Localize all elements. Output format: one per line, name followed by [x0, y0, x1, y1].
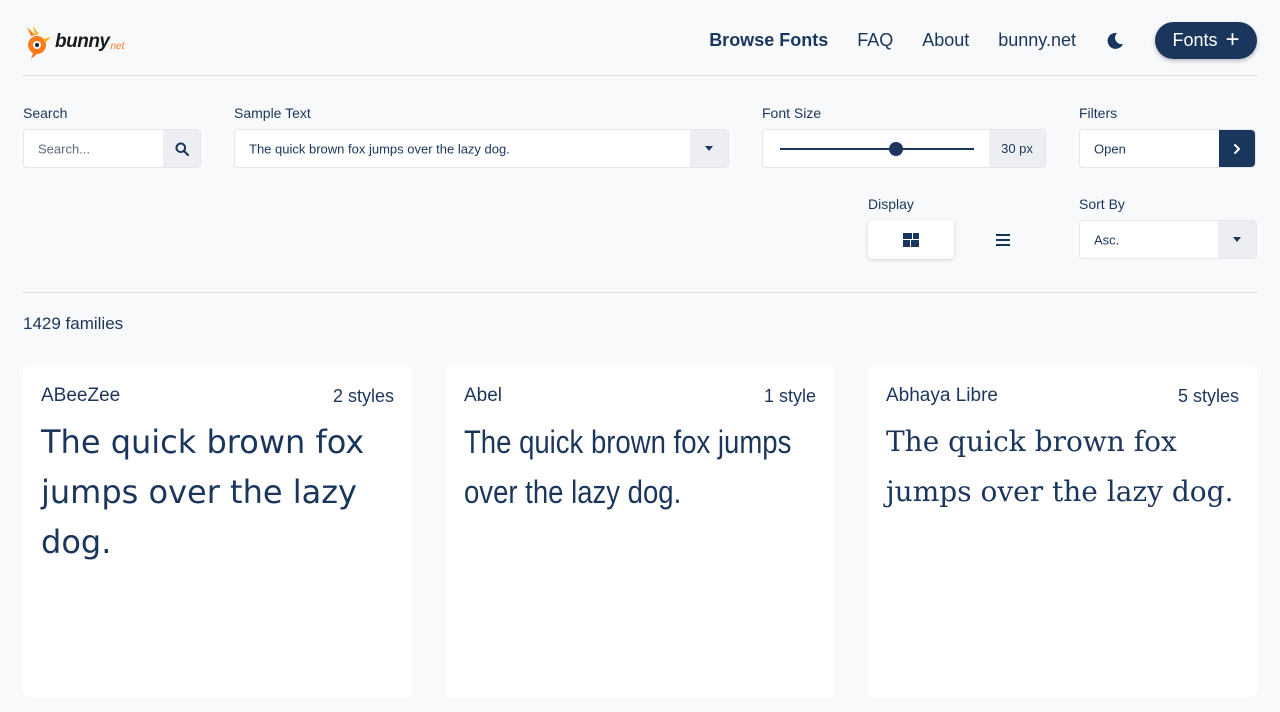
search-icon	[175, 142, 189, 156]
filters-label: Filters	[1079, 105, 1118, 121]
search-field[interactable]: Search...	[23, 129, 201, 168]
search-input[interactable]: Search...	[38, 141, 90, 156]
font-card-abhaya-libre[interactable]: Abhaya Libre 5 styles The quick brown fo…	[868, 365, 1257, 697]
nav-faq[interactable]: FAQ	[857, 30, 893, 51]
font-card-sample: The quick brown fox jumps over the lazy …	[41, 423, 365, 561]
families-count: 1429 families	[23, 314, 124, 333]
search-button[interactable]	[163, 130, 200, 167]
font-size-label: Font Size	[762, 105, 822, 121]
nav-browse-fonts[interactable]: Browse Fonts	[709, 30, 828, 51]
sort-by-dropdown-button[interactable]	[1218, 221, 1256, 258]
font-size-slider-thumb[interactable]	[889, 142, 904, 156]
sample-text-value: The quick brown fox jumps over the lazy …	[249, 141, 510, 156]
font-card-name: Abel	[464, 385, 503, 406]
font-card-styles: 2 styles	[332, 386, 394, 406]
font-card-name: ABeeZee	[41, 385, 121, 406]
display-toggle	[868, 220, 1046, 259]
grid-icon	[903, 232, 919, 247]
nav-bunny-net[interactable]: bunny.net	[998, 30, 1076, 51]
main-nav: Browse Fonts FAQ About bunny.net Fonts +	[680, 22, 1257, 59]
display-label: Display	[868, 196, 914, 212]
sample-text-select[interactable]: The quick brown fox jumps over the lazy …	[234, 129, 729, 168]
nav-about[interactable]: About	[922, 30, 969, 51]
sort-by-label: Sort By	[1079, 196, 1125, 212]
section-divider	[23, 292, 1257, 293]
sort-by-value: Asc.	[1094, 232, 1120, 247]
font-card-abeezee[interactable]: ABeeZee 2 styles The quick brown fox jum…	[23, 365, 412, 697]
logo-wordmark: bunny	[55, 31, 110, 52]
display-grid-button[interactable]	[868, 220, 954, 259]
filters-open-button[interactable]	[1219, 130, 1255, 167]
font-card-abel[interactable]: Abel 1 style The quick brown fox jumps o…	[446, 365, 834, 697]
sort-by-select[interactable]: Asc.	[1079, 220, 1257, 259]
font-size-control: 30 px	[762, 129, 1046, 168]
font-card-sample: The quick brown fox jumps over the lazy …	[886, 425, 1234, 508]
font-card-styles: 1 style	[763, 386, 816, 406]
font-card-name: Abhaya Libre	[886, 385, 998, 406]
fonts-button-label: Fonts	[1172, 30, 1218, 50]
site-header: bunny net Browse Fonts FAQ About bunny.n…	[23, 0, 1257, 76]
display-list-button[interactable]	[960, 220, 1046, 259]
sample-text-dropdown-button[interactable]	[690, 130, 728, 167]
chevron-right-icon	[1234, 143, 1240, 154]
logo-suffix: net	[110, 40, 125, 52]
fonts-button[interactable]: Fonts +	[1155, 22, 1257, 59]
bunny-logo[interactable]: bunny net	[23, 24, 124, 60]
font-size-slider-track[interactable]	[780, 148, 974, 150]
plus-icon: +	[1225, 25, 1240, 53]
font-size-readout: 30 px	[989, 130, 1045, 167]
filters-value: Open	[1094, 141, 1126, 156]
moon-icon[interactable]	[1105, 31, 1125, 51]
font-card-styles: 5 styles	[1177, 386, 1239, 406]
filters-field[interactable]: Open	[1079, 129, 1256, 168]
bunny-logo-icon	[27, 26, 51, 59]
search-label: Search	[23, 105, 68, 121]
list-icon	[996, 233, 1010, 246]
font-size-value: 30 px	[1001, 141, 1033, 156]
chevron-down-icon	[705, 146, 713, 151]
sample-text-label: Sample Text	[234, 105, 311, 121]
chevron-down-icon	[1233, 237, 1241, 242]
font-card-sample: The quick brown fox jumps over the lazy …	[464, 424, 792, 510]
